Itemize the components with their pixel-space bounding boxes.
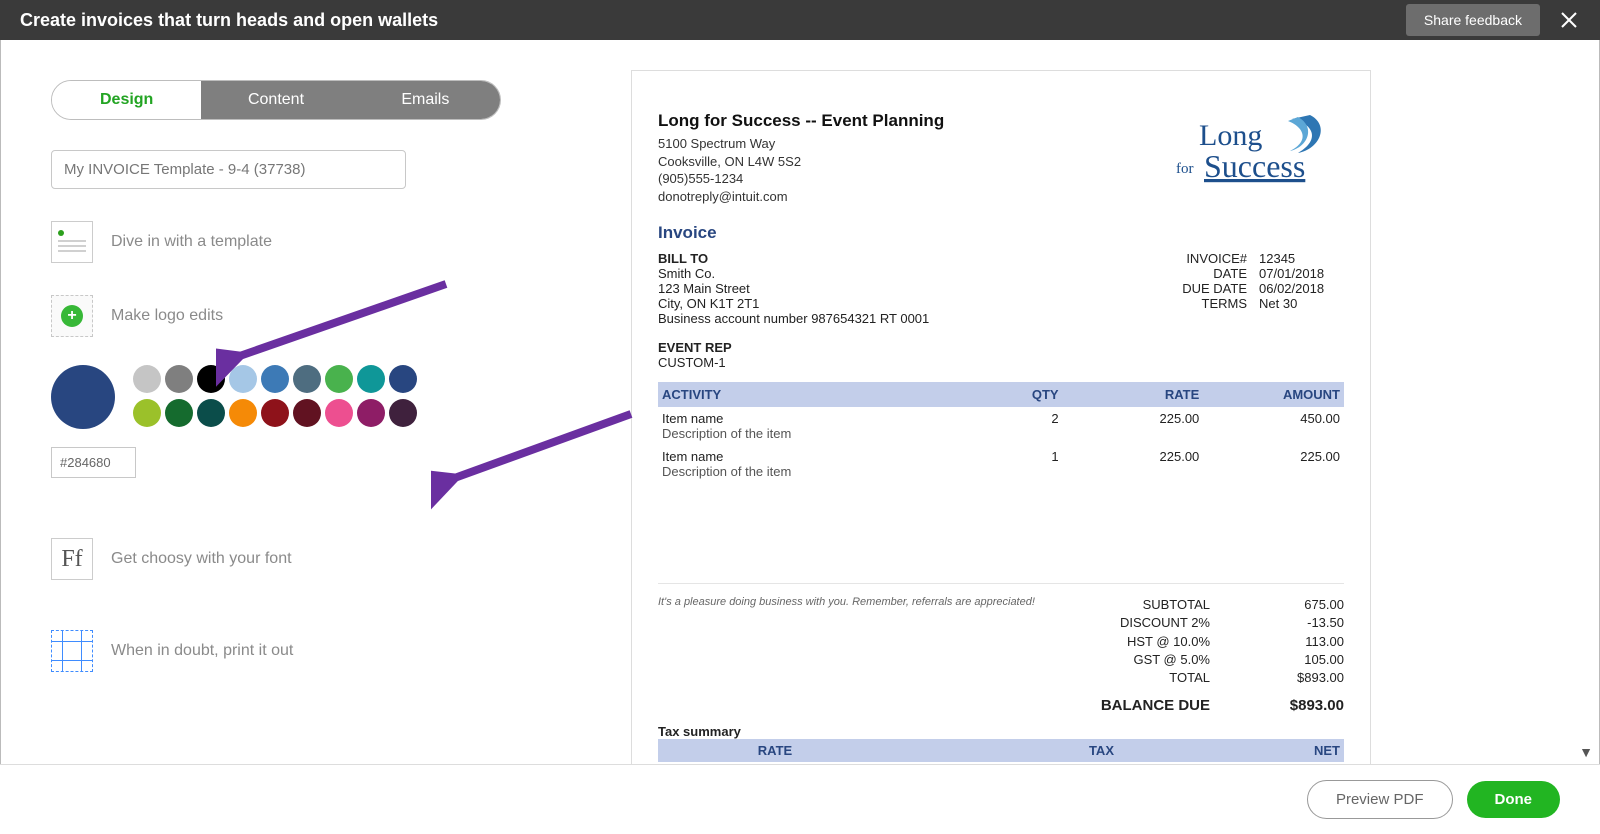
billto-line: 123 Main Street [658, 281, 929, 296]
color-swatch[interactable] [133, 399, 161, 427]
title-bar: Create invoices that turn heads and open… [0, 0, 1600, 40]
font-option-label: Get choosy with your font [111, 550, 292, 568]
line-item-row: Item nameDescription of the item1225.002… [658, 445, 1344, 483]
option-font[interactable]: Ff Get choosy with your font [51, 538, 561, 580]
invoice-meta: INVOICE#12345 DATE07/01/2018 DUE DATE06/… [1167, 251, 1344, 326]
color-swatch[interactable] [389, 399, 417, 427]
logo-text-for: for [1176, 161, 1194, 177]
template-name-input[interactable] [51, 150, 406, 189]
tab-emails[interactable]: Emails [351, 81, 500, 119]
scroll-down-icon[interactable]: ▼ [1579, 744, 1593, 760]
print-option-label: When in doubt, print it out [111, 642, 293, 660]
color-swatch[interactable] [325, 365, 353, 393]
color-swatch[interactable] [293, 399, 321, 427]
color-section [51, 365, 561, 429]
tax-summary-header: RATE TAX NET [658, 739, 1344, 762]
preview-panel: Long for Success -- Event Planning 5100 … [621, 40, 1599, 764]
logo-text-success: Success [1204, 148, 1305, 184]
template-icon [51, 221, 93, 263]
company-addr2: Cooksville, ON L4W 5S2 [658, 153, 944, 171]
eventrep-heading: EVENT REP [658, 340, 1344, 355]
margins-icon [51, 630, 93, 672]
billto-line: Business account number 987654321 RT 000… [658, 311, 929, 326]
billto-line: City, ON K1T 2T1 [658, 296, 929, 311]
billto-heading: BILL TO [658, 251, 929, 266]
tab-design[interactable]: Design [52, 81, 201, 119]
done-button[interactable]: Done [1467, 781, 1561, 818]
tab-row: Design Content Emails [51, 80, 501, 120]
company-phone: (905)555-1234 [658, 170, 944, 188]
invoice-preview: Long for Success -- Event Planning 5100 … [631, 70, 1371, 764]
color-swatch[interactable] [133, 365, 161, 393]
company-addr1: 5100 Spectrum Way [658, 135, 944, 153]
color-swatch[interactable] [197, 365, 225, 393]
company-logo: Long for Success [1164, 111, 1344, 205]
color-swatch[interactable] [261, 399, 289, 427]
add-logo-icon: + [51, 295, 93, 337]
color-swatch[interactable] [197, 399, 225, 427]
logo-option-label: Make logo edits [111, 307, 223, 325]
preview-pdf-button[interactable]: Preview PDF [1307, 780, 1453, 819]
share-feedback-button[interactable]: Share feedback [1406, 4, 1540, 36]
design-panel: Design Content Emails Dive in with a tem… [1, 40, 621, 764]
summary-table: SUBTOTAL675.00 DISCOUNT 2%-13.50 HST @ 1… [1080, 596, 1344, 714]
line-items-header: ACTIVITY QTY RATE AMOUNT [658, 382, 1344, 407]
color-swatch[interactable] [165, 365, 193, 393]
tax-summary-heading: Tax summary [658, 724, 1344, 739]
color-swatch[interactable] [229, 365, 257, 393]
invoice-title: Invoice [658, 223, 1344, 243]
billto-line: Smith Co. [658, 266, 929, 281]
color-swatch[interactable] [389, 365, 417, 393]
footer-message: It's a pleasure doing business with you.… [658, 596, 1080, 714]
template-option-label: Dive in with a template [111, 233, 272, 251]
color-swatch[interactable] [293, 365, 321, 393]
option-template[interactable]: Dive in with a template [51, 221, 561, 263]
page-title: Create invoices that turn heads and open… [20, 10, 1406, 31]
plus-icon: + [61, 305, 83, 327]
footer-bar: Preview PDF Done [0, 764, 1600, 834]
color-swatch[interactable] [357, 365, 385, 393]
color-swatch[interactable] [229, 399, 257, 427]
color-palette [133, 365, 417, 427]
color-swatch[interactable] [325, 399, 353, 427]
line-item-row: Item nameDescription of the item2225.004… [658, 407, 1344, 445]
color-swatch[interactable] [165, 399, 193, 427]
selected-color-swatch[interactable] [51, 365, 115, 429]
color-swatch[interactable] [357, 399, 385, 427]
company-name: Long for Success -- Event Planning [658, 111, 944, 131]
option-logo[interactable]: + Make logo edits [51, 295, 561, 337]
font-icon: Ff [51, 538, 93, 580]
close-icon[interactable] [1558, 9, 1580, 31]
eventrep-value: CUSTOM-1 [658, 355, 1344, 370]
option-print[interactable]: When in doubt, print it out [51, 630, 561, 672]
color-swatch[interactable] [261, 365, 289, 393]
company-email: donotreply@intuit.com [658, 188, 944, 206]
tab-content[interactable]: Content [201, 81, 350, 119]
hex-color-input[interactable] [51, 447, 136, 478]
